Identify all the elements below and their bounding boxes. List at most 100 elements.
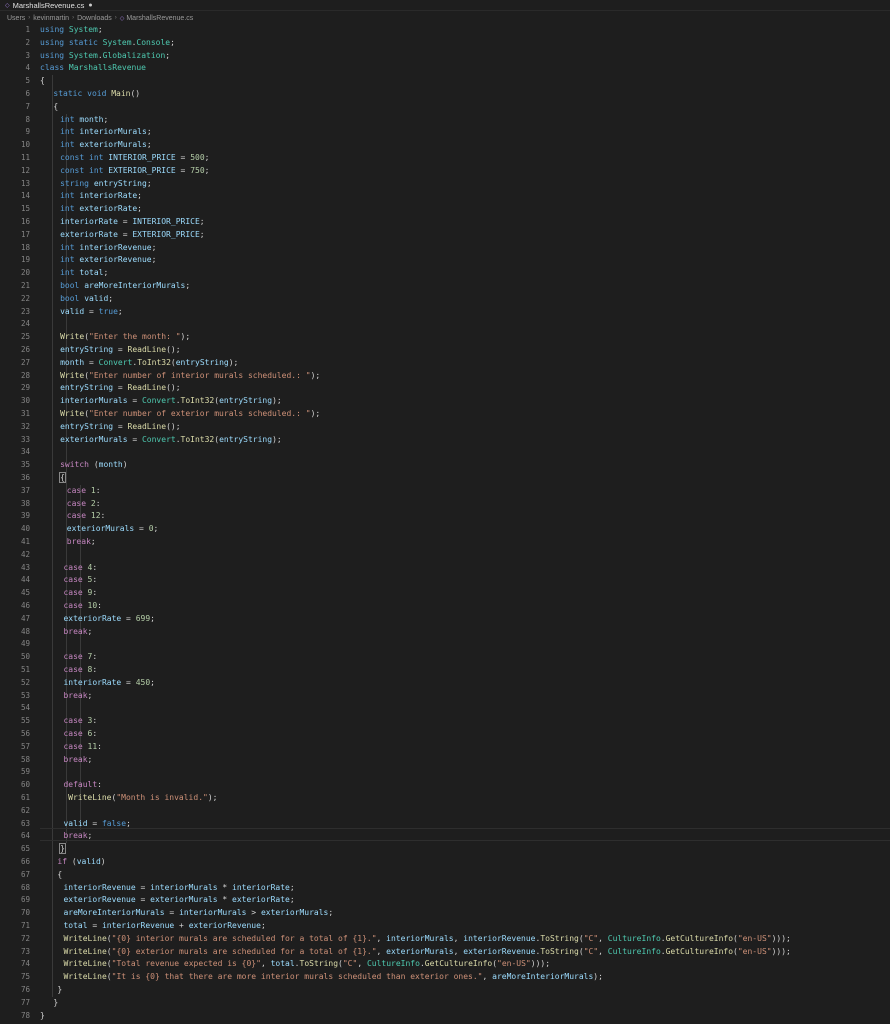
code-line[interactable]: 23 valid = true; (0, 306, 890, 319)
code-line[interactable]: 17 exteriorRate = EXTERIOR_PRICE; (0, 229, 890, 242)
code-line[interactable]: 67 { (0, 869, 890, 882)
code-token: exteriorRate (79, 204, 138, 214)
code-line[interactable]: 75 WriteLine("It is {0} that there are mo… (0, 971, 890, 984)
code-line[interactable]: 35 switch (month) (0, 459, 890, 472)
code-line[interactable]: 52 interiorRate = 450; (0, 677, 890, 690)
code-line[interactable]: 1 using System; (0, 24, 890, 37)
code-line[interactable]: 12 const int EXTERIOR_PRICE = 750; (0, 165, 890, 178)
code-line[interactable]: 56 case 6: (0, 728, 890, 741)
code-line[interactable]: 74 WriteLine("Total revenue expected is {… (0, 958, 890, 971)
breadcrumb-item-users[interactable]: Users (7, 15, 25, 22)
code-line[interactable]: 59 (0, 766, 890, 779)
code-line[interactable]: 57 case 11: (0, 741, 890, 754)
code-token: entryString (60, 383, 114, 393)
code-line[interactable]: 48 break; (0, 626, 890, 639)
code-line[interactable]: 73 WriteLine("{0} exterior murals are sch… (0, 946, 890, 959)
code-line[interactable]: 45 case 9: (0, 587, 890, 600)
code-line[interactable]: 76} (0, 984, 890, 997)
code-token: : (92, 729, 98, 738)
code-line[interactable]: 30 interiorMurals = Convert.ToInt32(entry… (0, 395, 890, 408)
code-line[interactable]: 7{ (0, 101, 890, 114)
code-line[interactable]: 58 break; (0, 754, 890, 767)
code-line[interactable]: 21 bool areMoreInteriorMurals; (0, 280, 890, 293)
code-line[interactable]: 16 interiorRate = INTERIOR_PRICE; (0, 216, 890, 229)
code-line[interactable]: 14 int interiorRate; (0, 190, 890, 203)
code-line[interactable]: 38 case 2: (0, 498, 890, 511)
code-line[interactable]: 54 (0, 702, 890, 715)
code-text: } (53, 997, 58, 1010)
code-line[interactable]: 2 using static System.Console; (0, 37, 890, 50)
code-text: WriteLine("Month is invalid."); (68, 792, 217, 805)
code-line[interactable]: 70 areMoreInteriorMurals = interiorMurals… (0, 907, 890, 920)
code-line[interactable]: 68 interiorRevenue = interiorMurals * int… (0, 882, 890, 895)
code-editor[interactable]: 1 using System; 2 using static System.Conso… (0, 22, 890, 1024)
code-token: ReadLine (127, 345, 167, 354)
code-line[interactable]: 34 (0, 446, 890, 459)
code-line[interactable]: 5{ (0, 75, 890, 88)
code-line[interactable]: 24 (0, 318, 890, 331)
code-line[interactable]: 26 entryString = ReadLine(); (0, 344, 890, 357)
code-line[interactable]: 60 default: (0, 779, 890, 792)
code-token: ; (137, 204, 142, 214)
code-line[interactable]: 51 case 8: (0, 664, 890, 677)
code-line[interactable]: 43 case 4: (0, 562, 890, 575)
code-line[interactable]: 69 exteriorRevenue = exteriorMurals * ext… (0, 894, 890, 907)
code-line[interactable]: 42 (0, 549, 890, 562)
code-line[interactable]: 28 Write("Enter number of interior murals… (0, 370, 890, 383)
line-number: 24 (20, 319, 30, 329)
code-line[interactable]: 72 WriteLine("{0} interior murals are sch… (0, 933, 890, 946)
breadcrumb-item-downloads[interactable]: Downloads (77, 15, 112, 22)
code-line[interactable]: 50 case 7: (0, 651, 890, 664)
editor-tab[interactable]: ◇ MarshallsRevenue.cs ● (0, 0, 890, 11)
code-line[interactable]: 78} (0, 1010, 890, 1023)
code-line[interactable]: 66 if (valid) (0, 856, 890, 869)
code-text: case 3: (63, 715, 97, 728)
code-line[interactable]: 44 case 5: (0, 574, 890, 587)
code-line[interactable]: 10 int exteriorMurals; (0, 139, 890, 152)
code-line[interactable]: 65} (0, 843, 890, 856)
code-line[interactable]: 53 break; (0, 690, 890, 703)
code-line[interactable]: 71 total = interiorRevenue + exteriorReve… (0, 920, 890, 933)
code-line[interactable]: 31 Write("Enter number of exterior murals… (0, 408, 890, 421)
code-line[interactable]: 25 Write("Enter the month: "); (0, 331, 890, 344)
code-line[interactable]: 41 break; (0, 536, 890, 549)
code-line[interactable]: 8 int month; (0, 114, 890, 127)
code-line[interactable]: 32 entryString = ReadLine(); (0, 421, 890, 434)
code-line[interactable]: 27 month = Convert.ToInt32(entryString); (0, 357, 890, 370)
code-line[interactable]: 3 using System.Globalization; (0, 50, 890, 63)
code-line[interactable]: 39 case 12: (0, 510, 890, 523)
code-line[interactable]: 11 const int INTERIOR_PRICE = 500; (0, 152, 890, 165)
code-text: const int EXTERIOR_PRICE = 750; (60, 165, 209, 178)
code-line[interactable]: 61 WriteLine("Month is invalid."); (0, 792, 890, 805)
line-number: 75 (20, 972, 30, 982)
code-line[interactable]: 22 bool valid; (0, 293, 890, 306)
code-line[interactable]: 49 (0, 638, 890, 651)
code-line[interactable]: 19 int exteriorRevenue; (0, 254, 890, 267)
code-line[interactable]: 20 int total; (0, 267, 890, 280)
code-line[interactable]: 64 break; (0, 830, 890, 843)
breadcrumb-item-file[interactable]: MarshallsRevenue.cs (126, 15, 193, 22)
code-line[interactable]: 40 exteriorMurals = 0; (0, 523, 890, 536)
code-line[interactable]: 29 entryString = ReadLine(); (0, 382, 890, 395)
code-line[interactable]: 6 static void Main() (0, 88, 890, 101)
code-line[interactable]: 37 case 1: (0, 485, 890, 498)
code-line[interactable]: 55 case 3: (0, 715, 890, 728)
code-line[interactable]: 18 int interiorRevenue; (0, 242, 890, 255)
code-line[interactable]: 63 valid = false; (0, 818, 890, 831)
breadcrumb-item-user[interactable]: kevinmartin (33, 15, 69, 22)
code-line[interactable]: 13 string entryString; (0, 178, 890, 191)
code-line[interactable]: 33 exteriorMurals = Convert.ToInt32(entry… (0, 434, 890, 447)
code-line[interactable]: 4 class MarshallsRevenue (0, 62, 890, 75)
code-token: ; (103, 114, 109, 124)
code-token: { (40, 76, 45, 86)
code-line[interactable]: 36 { (0, 472, 890, 485)
code-line[interactable]: 47 exteriorRate = 699; (0, 613, 890, 626)
code-line[interactable]: 62 (0, 805, 890, 818)
code-token: : (92, 588, 98, 598)
code-text: case 7: (63, 651, 97, 664)
code-line[interactable]: 77} (0, 997, 890, 1010)
code-text: static void Main() (53, 88, 140, 101)
code-line[interactable]: 46 case 10: (0, 600, 890, 613)
code-line[interactable]: 15 int exteriorRate; (0, 203, 890, 216)
code-line[interactable]: 9 int interiorMurals; (0, 126, 890, 139)
